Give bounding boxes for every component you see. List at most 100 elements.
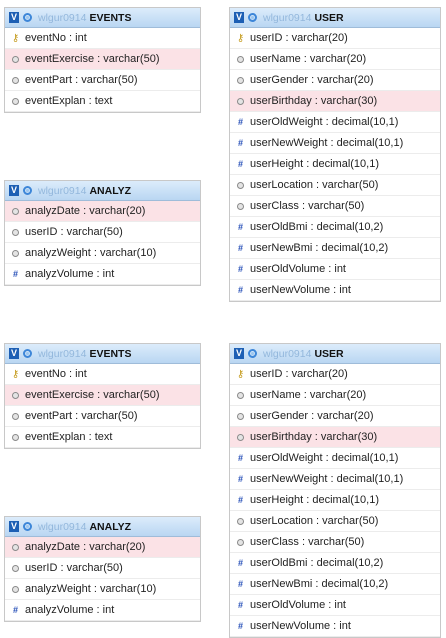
field-row[interactable]: # userNewVolume : int [230,280,440,301]
field-label: eventPart : varchar(50) [25,74,138,86]
text-field-icon [12,76,19,84]
field-row[interactable]: userName : varchar(20) [230,49,440,70]
primary-key-icon: ⚷ [236,32,245,44]
field-label: eventNo : int [25,32,87,44]
field-row[interactable]: userBirthday : varchar(30) [230,91,440,112]
numeric-field-icon: # [237,620,243,631]
field-row[interactable]: # userNewWeight : decimal(10,1) [230,133,440,154]
text-field-icon [237,517,244,525]
numeric-field-icon: # [237,242,243,253]
events-table[interactable]: Vwlgur0914 EVENTS ⚷ eventNo : int eventExerc… [4,343,201,449]
field-label: userNewWeight : decimal(10,1) [250,137,404,149]
field-row[interactable]: userName : varchar(20) [230,385,440,406]
table-name: ANALYZ [89,184,132,197]
table-name: EVENTS [89,347,132,360]
field-label: userHeight : decimal(10,1) [250,158,380,170]
field-label: eventExercise : varchar(50) [25,53,160,65]
field-row[interactable]: userLocation : varchar(50) [230,511,440,532]
analyz-table[interactable]: Vwlgur0914 ANALYZ analyzDate : varchar(20)… [4,180,201,286]
field-row[interactable]: # userOldWeight : decimal(10,1) [230,448,440,469]
text-field-icon [12,433,19,441]
field-row[interactable]: userBirthday : varchar(30) [230,427,440,448]
settings-gear-icon[interactable] [248,13,257,22]
table-header[interactable]: Vwlgur0914 EVENTS [5,344,200,364]
field-row[interactable]: analyzWeight : varchar(10) [5,579,200,600]
field-row[interactable]: ⚷ userID : varchar(20) [230,364,440,385]
field-row[interactable]: eventPart : varchar(50) [5,406,200,427]
field-row[interactable]: # userNewBmi : decimal(10,2) [230,238,440,259]
table-name: EVENTS [89,11,132,24]
table-name: USER [314,347,344,360]
field-row[interactable]: # userOldBmi : decimal(10,2) [230,553,440,574]
field-row[interactable]: analyzDate : varchar(20) [5,201,200,222]
field-label: eventPart : varchar(50) [25,410,138,422]
table-header[interactable]: Vwlgur0914 ANALYZ [5,517,200,537]
field-row[interactable]: ⚷ userID : varchar(20) [230,28,440,49]
field-row[interactable]: # userHeight : decimal(10,1) [230,154,440,175]
field-row[interactable]: # analyzVolume : int [5,600,200,621]
field-row[interactable]: analyzWeight : varchar(10) [5,243,200,264]
text-field-icon [237,433,244,441]
field-row[interactable]: # userOldWeight : decimal(10,1) [230,112,440,133]
events-table[interactable]: Vwlgur0914 EVENTS ⚷ eventNo : int eventExerc… [4,7,201,113]
field-row[interactable]: ⚷ eventNo : int [5,28,200,49]
field-row[interactable]: eventExplan : text [5,427,200,448]
text-field-icon [12,391,19,399]
settings-gear-icon[interactable] [23,522,32,531]
field-row[interactable]: analyzDate : varchar(20) [5,537,200,558]
numeric-field-icon: # [237,137,243,148]
settings-gear-icon[interactable] [23,13,32,22]
field-label: userNewWeight : decimal(10,1) [250,473,404,485]
text-field-icon [237,55,244,63]
field-label: userBirthday : varchar(30) [250,431,378,443]
field-row[interactable]: # userNewBmi : decimal(10,2) [230,574,440,595]
field-row[interactable]: # userNewWeight : decimal(10,1) [230,469,440,490]
field-row[interactable]: # userOldBmi : decimal(10,2) [230,217,440,238]
settings-gear-icon[interactable] [23,349,32,358]
field-label: analyzDate : varchar(20) [25,205,146,217]
numeric-field-icon: # [12,604,18,615]
table-header[interactable]: Vwlgur0914 EVENTS [5,8,200,28]
field-row[interactable]: eventExercise : varchar(50) [5,385,200,406]
field-row[interactable]: userID : varchar(50) [5,558,200,579]
field-row[interactable]: eventExercise : varchar(50) [5,49,200,70]
field-label: eventExplan : text [25,95,113,107]
numeric-field-icon: # [237,452,243,463]
field-row[interactable]: eventExplan : text [5,91,200,112]
field-label: eventNo : int [25,368,87,380]
field-row[interactable]: userGender : varchar(20) [230,406,440,427]
field-row[interactable]: userClass : varchar(50) [230,196,440,217]
field-label: userHeight : decimal(10,1) [250,494,380,506]
field-row[interactable]: # analyzVolume : int [5,264,200,285]
text-field-icon [237,538,244,546]
database-name: wlgur0914 [38,184,87,197]
field-row[interactable]: # userHeight : decimal(10,1) [230,490,440,511]
text-field-icon [12,585,19,593]
field-row[interactable]: # userOldVolume : int [230,595,440,616]
table-header[interactable]: Vwlgur0914 USER [230,8,440,28]
field-label: eventExercise : varchar(50) [25,389,160,401]
text-field-icon [237,76,244,84]
settings-gear-icon[interactable] [248,349,257,358]
field-row[interactable]: ⚷ eventNo : int [5,364,200,385]
field-row[interactable]: eventPart : varchar(50) [5,70,200,91]
text-field-icon [237,412,244,420]
user-table[interactable]: Vwlgur0914 USER ⚷ userID : varchar(20) userN… [229,7,441,302]
field-row[interactable]: userClass : varchar(50) [230,532,440,553]
field-label: eventExplan : text [25,431,113,443]
user-table[interactable]: Vwlgur0914 USER ⚷ userID : varchar(20) userN… [229,343,441,638]
table-v-icon: V [9,12,19,23]
analyz-table[interactable]: Vwlgur0914 ANALYZ analyzDate : varchar(20)… [4,516,201,622]
field-label: userID : varchar(20) [250,368,348,380]
field-row[interactable]: # userNewVolume : int [230,616,440,637]
settings-gear-icon[interactable] [23,186,32,195]
field-label: analyzVolume : int [25,604,115,616]
field-row[interactable]: # userOldVolume : int [230,259,440,280]
field-row[interactable]: userGender : varchar(20) [230,70,440,91]
field-row[interactable]: userLocation : varchar(50) [230,175,440,196]
table-header[interactable]: Vwlgur0914 ANALYZ [5,181,200,201]
numeric-field-icon: # [237,557,243,568]
field-row[interactable]: userID : varchar(50) [5,222,200,243]
table-header[interactable]: Vwlgur0914 USER [230,344,440,364]
field-label: userGender : varchar(20) [250,410,374,422]
